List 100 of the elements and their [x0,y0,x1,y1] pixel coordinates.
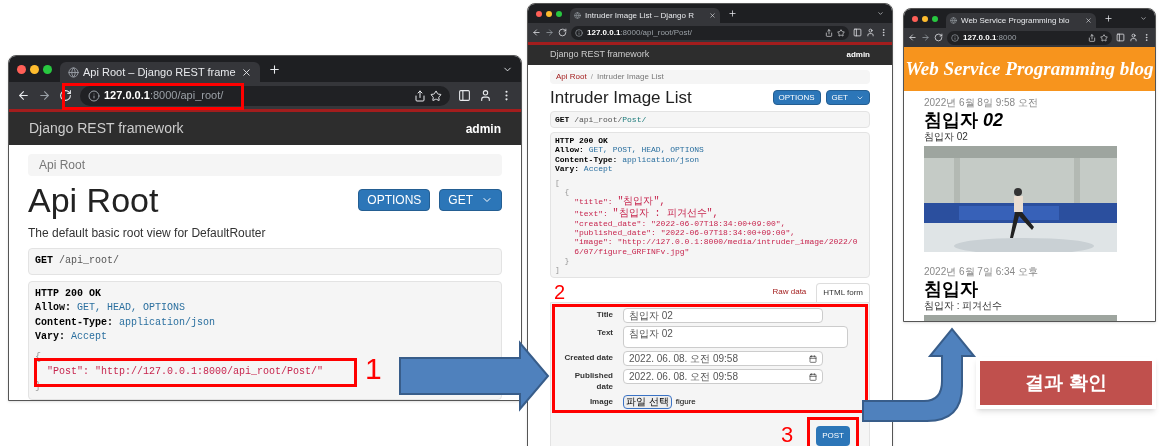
file-name: figure [675,396,696,408]
star-icon[interactable] [1100,33,1108,42]
back-icon[interactable] [532,28,541,37]
post-title[interactable]: 침입자 02 [924,109,1135,131]
close-light[interactable] [536,10,542,17]
date-input[interactable]: 2022. 06. 08. 오전 09:58 [623,369,823,385]
form-tab[interactable]: Raw data [766,283,813,303]
post-text: 침입자 02 [924,131,969,143]
field-label: Image [588,396,613,408]
options-button[interactable]: OPTIONS [772,90,821,105]
user-menu[interactable]: admin [465,119,501,138]
breadcrumb: Intruder Image List [596,71,664,83]
back-icon[interactable] [908,33,917,42]
share-icon[interactable] [1088,33,1096,42]
post-title[interactable]: 침입자 [924,278,1135,300]
json-bracket: { [564,186,570,197]
new-tab-icon[interactable] [728,9,737,18]
post-date: 2022년 6월 8일 9:58 오전 [924,97,1039,109]
info-icon [575,28,583,37]
step-number: 2 [553,282,566,303]
forward-icon[interactable] [545,28,554,37]
tab-title: Web Service Programming blo [961,14,1070,27]
close-icon[interactable] [241,66,252,78]
get-dropdown-button[interactable]: GET [825,90,870,105]
new-tab-icon[interactable] [268,62,281,76]
address-bar[interactable]: 127.0.0.1:8000/api_root/ [80,85,450,106]
status-line: HTTP 200 OK [555,136,608,146]
star-icon[interactable] [837,28,845,37]
reload-icon[interactable] [934,33,943,42]
json-bracket: } [564,255,570,266]
breadcrumb[interactable]: Api Root [556,71,587,83]
menu-icon[interactable] [879,28,888,37]
post-date: 2022년 6월 7일 6:34 오후 [924,266,1039,278]
profile-icon[interactable] [866,28,875,37]
url-text: 127.0.0.1:8000/api_root/Post/ [587,26,692,39]
field-label: Text [596,327,613,339]
brand-link[interactable]: Django REST framework [29,118,184,139]
header-line: Vary: Accept [555,163,613,173]
new-tab-icon[interactable] [1104,14,1113,23]
text-area[interactable]: 침입자 02 [623,326,848,349]
json-line: "text": "침입자 : 피겨선수", [574,207,719,220]
globe-icon [950,17,957,24]
minimize-light[interactable] [922,15,928,22]
title-input[interactable]: 침입자 02 [623,308,823,324]
header-line: Content-Type: application/json [555,154,700,164]
field-label: Published date [573,370,613,392]
browser-tab[interactable]: Web Service Programming blo [946,13,1096,28]
forward-icon[interactable] [921,33,930,42]
get-dropdown-button[interactable]: GET [439,189,502,211]
step-number: 1 [365,354,382,384]
reload-icon[interactable] [59,89,72,102]
json-line: "title": "침입자", [574,196,666,208]
json-bracket: ] [555,265,560,275]
brand-link[interactable]: Django REST framework [550,48,650,62]
address-bar[interactable]: 127.0.0.1:8000 [947,30,1112,45]
browser-tab[interactable]: Intruder Image List – Django R [570,8,720,23]
breadcrumb: Api Root [39,157,86,174]
close-icon[interactable] [709,12,716,19]
options-button[interactable]: OPTIONS [358,189,431,211]
share-icon[interactable] [825,28,833,37]
chevron-down-icon[interactable] [1140,15,1147,22]
close-icon[interactable] [1085,17,1092,24]
globe-icon [574,12,581,19]
globe-icon [68,66,79,78]
star-icon[interactable] [430,89,442,102]
menu-icon[interactable] [1142,33,1151,42]
profile-icon[interactable] [1129,33,1138,42]
breadcrumb-separator: / [590,71,593,83]
user-menu[interactable]: admin [846,49,870,61]
browser-tab[interactable]: Api Root – Django REST frame [60,62,260,82]
post-button[interactable]: POST [816,426,850,446]
side-panel-icon[interactable] [853,28,862,37]
description-text: The default basic root view for DefaultRouter [28,225,267,242]
page-heading: Intruder Image List [550,88,692,107]
minimize-light[interactable] [30,64,39,74]
side-panel-icon[interactable] [458,89,471,102]
zoom-light[interactable] [932,15,938,22]
close-light[interactable] [17,64,26,74]
date-input[interactable]: 2022. 06. 08. 오전 09:58 [623,351,823,367]
zoom-light[interactable] [556,10,562,17]
address-bar[interactable]: 127.0.0.1:8000/api_root/Post/ [571,25,849,40]
tab-title: Api Root – Django REST frame [83,64,236,80]
forward-icon[interactable] [38,89,51,102]
share-icon[interactable] [414,89,426,102]
file-choose-button[interactable]: 파일 선택 [623,395,672,409]
back-icon[interactable] [17,89,30,102]
minimize-light[interactable] [546,10,552,17]
json-line: "image": "http://127.0.0.1:8000/media/intruder_image/2022/06/07/figure_GRFINFv.jpg" [574,237,859,256]
close-light[interactable] [912,15,918,22]
status-line: HTTP 200 OK [35,286,101,301]
chevron-down-icon[interactable] [877,10,884,17]
header-line: Vary: Accept [35,330,108,344]
page-heading: Api Root [28,182,159,218]
reload-icon[interactable] [558,28,567,37]
profile-icon[interactable] [479,89,492,102]
side-panel-icon[interactable] [1116,33,1125,42]
info-icon [951,33,959,42]
info-icon [88,89,100,102]
field-label: Created date [563,352,613,364]
zoom-light[interactable] [43,64,52,74]
